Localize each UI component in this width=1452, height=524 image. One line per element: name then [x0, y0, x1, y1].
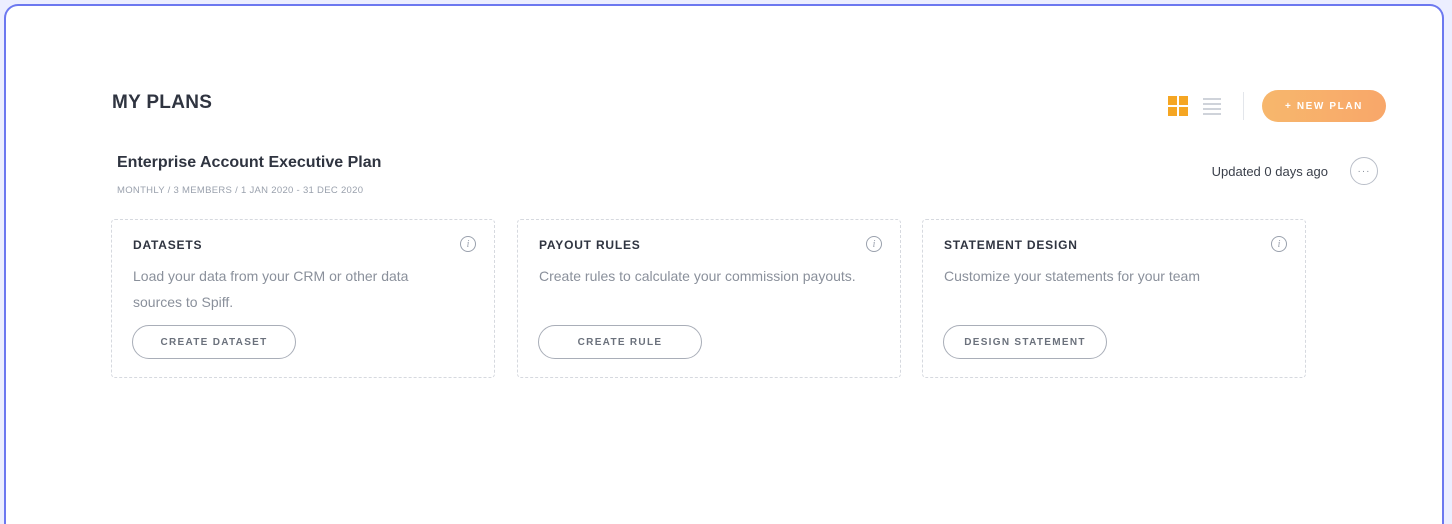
new-plan-button[interactable]: + NEW PLAN: [1262, 90, 1386, 122]
plan-meta: MONTHLY / 3 MEMBERS / 1 JAN 2020 - 31 DE…: [117, 185, 364, 196]
card-description: Create rules to calculate your commissio…: [539, 268, 856, 284]
page-title: MY PLANS: [112, 92, 213, 113]
plan-name: Enterprise Account Executive Plan: [117, 154, 382, 171]
info-icon[interactable]: i: [1271, 236, 1287, 252]
card-datasets: DATASETS i Load your data from your CRM …: [111, 219, 495, 378]
card-title: PAYOUT RULES: [539, 238, 641, 252]
more-options-icon[interactable]: ···: [1350, 157, 1378, 185]
app-frame: MY PLANS + NEW PLAN Enterprise Account E…: [4, 4, 1444, 524]
card-title: DATASETS: [133, 238, 203, 252]
view-toolbar: + NEW PLAN: [1167, 90, 1386, 122]
updated-text: Updated 0 days ago: [1211, 164, 1328, 179]
card-statement-design: STATEMENT DESIGN i Customize your statem…: [922, 219, 1306, 378]
grid-view-icon: [1168, 96, 1188, 116]
create-dataset-button[interactable]: CREATE DATASET: [132, 325, 296, 359]
grid-view-button[interactable]: [1167, 95, 1189, 117]
info-icon[interactable]: i: [460, 236, 476, 252]
list-view-icon[interactable]: [1203, 97, 1221, 115]
design-statement-button[interactable]: DESIGN STATEMENT: [943, 325, 1107, 359]
toolbar-divider: [1243, 92, 1244, 120]
card-description: Customize your statements for your team: [944, 268, 1200, 284]
card-description: Load your data from your CRM or other da…: [133, 268, 409, 310]
card-title: STATEMENT DESIGN: [944, 238, 1078, 252]
card-payout-rules: PAYOUT RULES i Create rules to calculate…: [517, 219, 901, 378]
create-rule-button[interactable]: CREATE RULE: [538, 325, 702, 359]
info-icon[interactable]: i: [866, 236, 882, 252]
